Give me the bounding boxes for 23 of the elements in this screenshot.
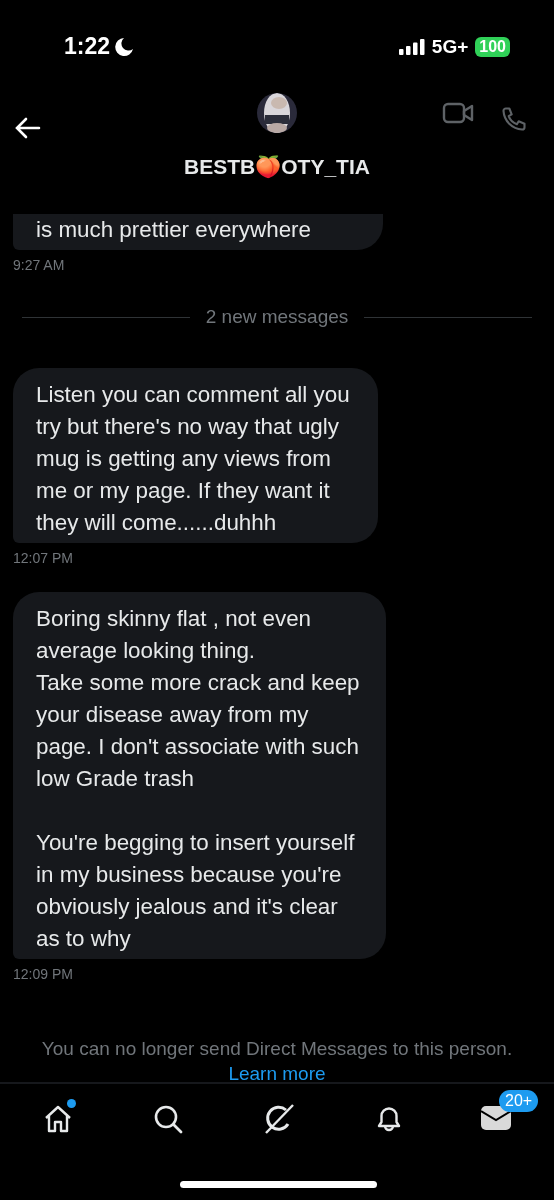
message-timestamp: 12:09 PM xyxy=(13,966,74,982)
phone-icon xyxy=(500,105,528,133)
username: BESTB🍑OTY_TIA xyxy=(184,155,370,179)
video-call-button[interactable] xyxy=(442,101,474,125)
learn-more-link[interactable]: Learn more xyxy=(228,1063,326,1084)
phone-call-button[interactable] xyxy=(500,105,528,133)
message-bubble: Boring skinny flat , not even average looking thing. Take some more crack and keep your disease away from my page. I don't associate with such low Grade trash You're begging to insert yourself in my business because you're obviously jealous and it's clear as to why xyxy=(13,592,386,959)
signal-icon xyxy=(398,38,425,55)
video-camera-icon xyxy=(442,101,474,125)
battery-indicator: 100 xyxy=(475,36,510,57)
new-messages-divider: 2 new messages xyxy=(205,306,349,328)
unread-count-badge: 20+ xyxy=(499,1090,539,1112)
moon-icon xyxy=(114,36,135,57)
message-timestamp: 9:27 AM xyxy=(13,257,66,273)
network-label: 5G+ xyxy=(431,35,469,58)
message-bubble: Listen you can comment all you try but there's no way that ugly mug is getting any views from me or my page. If they want it they will come......duhhh xyxy=(13,368,378,543)
home-icon xyxy=(43,1104,73,1134)
notice-text: You can no longer send Direct Messages to this person. xyxy=(40,1037,514,1061)
search-icon xyxy=(153,1104,184,1134)
clock-time: 1:22 xyxy=(64,33,111,60)
message-bubble: is much prettier everywhere xyxy=(13,214,383,250)
message-timestamp: 12:07 PM xyxy=(13,550,74,566)
envelope-icon xyxy=(481,1104,511,1130)
